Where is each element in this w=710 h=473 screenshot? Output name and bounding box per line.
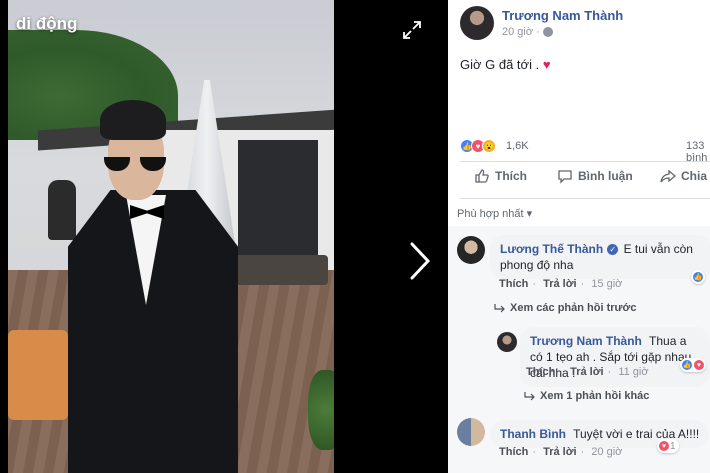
photo-door xyxy=(238,140,318,270)
photo-hair xyxy=(100,100,166,140)
view-more-replies-label: Xem 1 phản hồi khác xyxy=(540,390,650,402)
photo-sunglasses xyxy=(104,157,166,171)
photo-plant xyxy=(308,370,334,450)
post-panel: Trương Nam Thành 20 giờ · Giờ G đã tới .… xyxy=(448,0,710,473)
like-reaction-icon: 👍 xyxy=(692,271,704,283)
reaction-count[interactable]: 1,6K xyxy=(506,140,529,152)
viewer-title: di động xyxy=(16,14,78,33)
post-actions: Thích Bình luận Chia s xyxy=(460,168,710,192)
heart-emoji: ♥ xyxy=(542,57,551,72)
wow-reaction-icon: 😮 xyxy=(482,139,496,153)
photo-cushions xyxy=(8,330,68,420)
photo-lounger xyxy=(228,255,328,285)
comment-like-link[interactable]: Thích xyxy=(499,278,528,290)
comment-time[interactable]: 15 giờ xyxy=(591,278,622,290)
reply-reactions[interactable]: 👍 ♥ xyxy=(680,358,706,372)
reply-meta: Thích · Trả lời · 11 giờ xyxy=(526,366,649,378)
comment-reaction-count: 1 xyxy=(670,440,676,452)
love-reaction-icon: ♥ xyxy=(693,359,705,371)
stats-divider xyxy=(460,161,710,162)
like-icon xyxy=(475,169,489,183)
comment-author[interactable]: Thanh Bình xyxy=(500,427,566,441)
reply-arrow-icon xyxy=(524,392,535,401)
share-button[interactable]: Chia s xyxy=(660,168,710,184)
reply-time[interactable]: 11 giờ xyxy=(618,366,648,378)
view-more-replies[interactable]: Xem 1 phản hồi khác xyxy=(524,390,649,402)
post-text: Giờ G đã tới . ♥ xyxy=(460,57,551,72)
comment-reactions[interactable]: 👍 xyxy=(691,270,705,284)
comment-bubble: Lương Thế Thành ✓ E tui vẫn còn phong độ … xyxy=(490,235,710,279)
chevron-right-icon[interactable] xyxy=(404,240,434,282)
comment-text: Tuyệt vời e trai của A!!!! xyxy=(573,427,700,441)
view-previous-replies-label: Xem các phản hồi trước xyxy=(510,302,637,314)
globe-icon xyxy=(542,27,553,37)
expand-icon[interactable] xyxy=(401,19,423,41)
comment-icon xyxy=(558,170,572,184)
post-stats: 👍 ♥ 😮 1,6K 133 bình xyxy=(460,139,710,164)
reply-arrow-icon xyxy=(494,304,505,313)
comment-meta: Thích · Trả lời · 20 giờ xyxy=(499,446,623,458)
photo-background-person xyxy=(48,180,76,240)
view-previous-replies[interactable]: Xem các phản hồi trước xyxy=(494,302,636,314)
share-icon xyxy=(660,169,676,183)
reaction-icons[interactable]: 👍 ♥ 😮 xyxy=(460,139,496,153)
comment-avatar[interactable] xyxy=(457,418,485,446)
like-label: Thích xyxy=(495,169,527,183)
love-reaction-icon: ♥ xyxy=(658,440,670,452)
comment-author[interactable]: Lương Thế Thành xyxy=(500,242,603,256)
post-meta: 20 giờ · xyxy=(502,26,553,38)
photo-viewer: di động xyxy=(0,0,448,473)
comment-meta: Thích · Trả lời · 15 giờ xyxy=(499,278,623,290)
actions-divider xyxy=(460,198,710,199)
reply-reply-link[interactable]: Trả lời xyxy=(570,366,604,378)
post-time[interactable]: 20 giờ xyxy=(502,26,533,38)
comment-button[interactable]: Bình luận xyxy=(557,168,633,184)
verified-icon: ✓ xyxy=(607,244,619,256)
share-label: Chia s xyxy=(681,169,710,183)
comment-like-link[interactable]: Thích xyxy=(499,446,528,458)
reply-author[interactable]: Trương Nam Thành xyxy=(530,334,642,348)
post-photo[interactable]: di động xyxy=(8,0,334,473)
comment-reply-link[interactable]: Trả lời xyxy=(543,278,577,290)
reply-like-link[interactable]: Thích xyxy=(526,366,555,378)
like-reaction-icon: 👍 xyxy=(681,359,693,371)
post-header: Trương Nam Thành 20 giờ · xyxy=(460,6,710,42)
comment-sort-dropdown[interactable]: Phù hợp nhất ▾ xyxy=(457,207,532,220)
like-button[interactable]: Thích xyxy=(474,168,527,184)
reply-bubble: Trương Nam Thành Thua a có 1 tẹo ah . Sắ… xyxy=(520,327,710,387)
comment-reply-link[interactable]: Trả lời xyxy=(543,446,577,458)
comments-area: Lương Thế Thành ✓ E tui vẫn còn phong độ … xyxy=(448,226,710,473)
comment-reactions[interactable]: ♥ 1 xyxy=(657,439,679,453)
comment-avatar[interactable] xyxy=(457,236,485,264)
reply-avatar[interactable] xyxy=(497,332,517,352)
comment-time[interactable]: 20 giờ xyxy=(591,446,622,458)
comment-label: Bình luận xyxy=(578,169,633,183)
author-name[interactable]: Trương Nam Thành xyxy=(502,8,623,23)
author-avatar[interactable] xyxy=(460,6,494,40)
post-text-content: Giờ G đã tới . xyxy=(460,57,540,72)
